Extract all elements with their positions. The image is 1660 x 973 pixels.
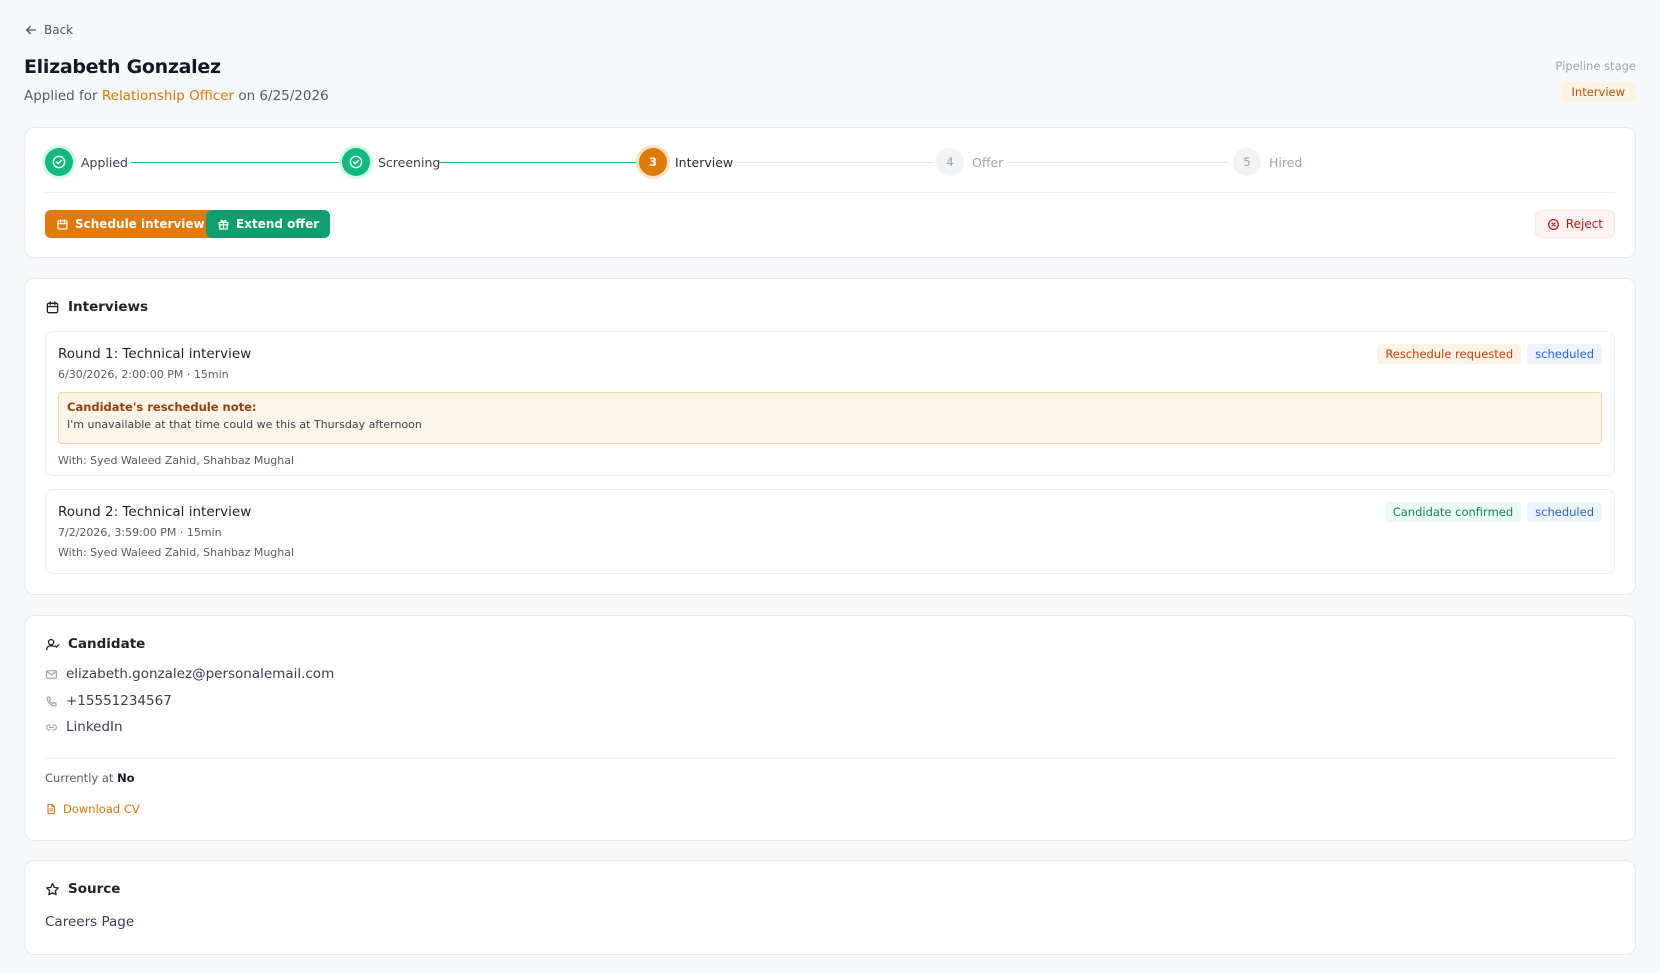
state-badge: scheduled [1527,502,1602,522]
x-circle-icon [1547,218,1559,230]
offer-label: Extend offer [236,217,320,231]
note-title: Candidate's reschedule note: [67,400,257,414]
source-card: Source Careers Page [24,860,1636,955]
step-number: 3 [639,148,667,176]
step-hired: 5 Hired [1233,148,1302,176]
file-icon [47,803,55,815]
pipeline-card: Applied Screening 3 Interview 4 Offer 5 … [24,127,1636,258]
interview-round-card: Round 2: Technical interview 7/2/2026, 3… [45,489,1615,574]
step-label: Hired [1269,154,1303,170]
step-number: 5 [1233,148,1261,176]
interview-title: Round 1: Technical interview [58,346,252,362]
extend-offer-button[interactable]: Extend offer [206,210,331,238]
interview-round-card: Round 1: Technical interview 6/30/2026, … [45,331,1615,476]
section-title: Source [68,881,121,897]
star-icon [46,882,59,895]
step-label: Interview [675,154,734,170]
step-connector [1007,162,1229,163]
interview-datetime: 6/30/2026, 2:00:00 PM · 15min [58,368,229,381]
section-title: Candidate [68,636,146,652]
step-label: Screening [378,154,441,170]
mail-icon [46,669,57,679]
current-employer-value: No [117,771,135,785]
link-icon [46,723,57,731]
step-connector [438,162,636,163]
candidate-heading: Candidate [45,636,145,652]
back-label: Back [44,23,74,37]
email-value: elizabeth.gonzalez@personalemail.com [66,666,335,682]
page-title: Elizabeth Gonzalez [24,56,221,78]
reschedule-note: Candidate's reschedule note: I'm unavail… [58,392,1602,444]
download-cv-label: Download CV [63,802,140,816]
phone-row[interactable]: +15551234567 [45,693,172,709]
step-number: 4 [936,148,964,176]
interview-badges: Candidate confirmed scheduled [1384,502,1602,522]
interview-datetime: 7/2/2026, 3:59:00 PM · 15min [58,526,222,539]
arrow-left-icon [25,25,37,35]
reject-button[interactable]: Reject [1534,210,1615,238]
status-badge: Reschedule requested [1377,344,1522,364]
step-label: Offer [972,154,1004,170]
download-cv-link[interactable]: Download CV [45,802,140,816]
reject-label: Reject [1565,217,1603,231]
pipeline-stage-label: Pipeline stage [1555,59,1636,73]
check-circle-icon [45,148,73,176]
phone-value: +15551234567 [66,693,172,709]
calendar-icon [57,218,68,230]
role-link[interactable]: Relationship Officer [102,88,234,104]
section-title: Interviews [68,299,148,315]
interview-badges: Reschedule requested scheduled [1377,344,1602,364]
status-badge: Candidate confirmed [1384,502,1522,522]
step-interview: 3 Interview [639,148,733,176]
schedule-label: Schedule interview [75,217,205,231]
current-employer-label: Currently at [45,771,114,785]
divider [45,758,1615,759]
user-icon [46,638,60,650]
step-screening: Screening [342,148,440,176]
interviews-card: Interviews Round 1: Technical interview … [24,278,1636,595]
gift-icon [218,219,229,230]
check-circle-icon [342,148,370,176]
divider [45,192,1615,193]
phone-icon [46,695,57,707]
step-offer: 4 Offer [936,148,1003,176]
step-connector [728,162,934,163]
email-row[interactable]: elizabeth.gonzalez@personalemail.com [45,666,334,682]
source-value: Careers Page [45,914,135,930]
interviewers: With: Syed Waleed Zahid, Shahbaz Mughal [58,454,295,467]
step-connector [131,162,343,163]
state-badge: scheduled [1527,344,1602,364]
pipeline-stage-badge: Interview [1560,82,1636,102]
step-label: Applied [81,154,128,170]
pipeline-stepper: Applied Screening 3 Interview 4 Offer 5 … [45,148,1615,178]
candidate-card: Candidate elizabeth.gonzalez@personalema… [24,615,1636,841]
calendar-icon [46,300,59,313]
interview-title: Round 2: Technical interview [58,504,252,520]
note-text: I'm unavailable at that time could we th… [67,418,422,431]
applied-prefix: Applied for [24,88,98,104]
interviewers: With: Syed Waleed Zahid, Shahbaz Mughal [58,546,295,559]
candidate-detail-page: Back Elizabeth Gonzalez Applied for Rela… [0,0,1660,973]
current-employer: Currently at No [45,771,135,785]
application-subtitle: Applied for Relationship Officer on 6/25… [24,88,329,104]
step-applied: Applied [45,148,128,176]
applied-date: on 6/25/2026 [238,88,329,104]
back-link[interactable]: Back [24,23,73,37]
interviews-heading: Interviews [45,299,148,315]
linkedin-link: LinkedIn [66,719,123,735]
schedule-interview-button[interactable]: Schedule interview [45,210,216,238]
linkedin-row[interactable]: LinkedIn [45,719,123,735]
source-heading: Source [45,881,120,897]
